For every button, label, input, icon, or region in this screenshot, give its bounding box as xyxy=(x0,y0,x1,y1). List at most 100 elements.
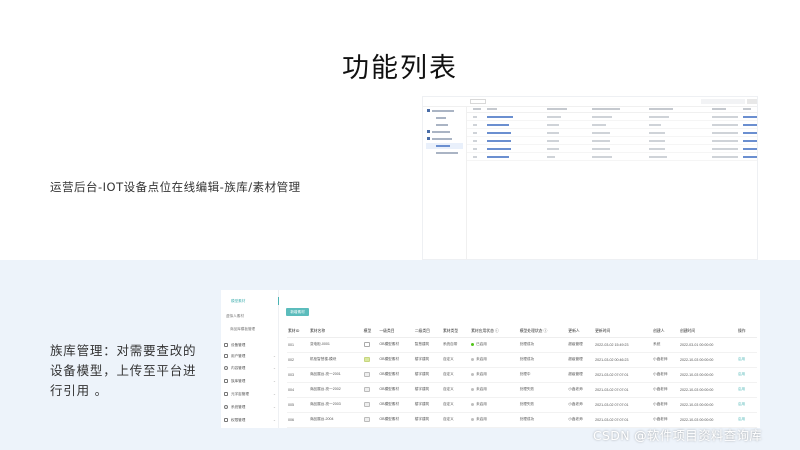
device-icon xyxy=(224,343,228,347)
cell-creator: 小鑫老师 xyxy=(652,367,679,383)
model-thumbnail-icon xyxy=(363,402,370,407)
enable-action-link[interactable]: 启用 xyxy=(738,417,745,421)
model-thumbnail-icon xyxy=(363,372,370,377)
cell-category2: 智慧建筑 xyxy=(413,337,442,353)
col-update-time: 更新时间 xyxy=(594,326,653,338)
cell-update-time: 2022-03-02 15:49:23 xyxy=(594,337,653,353)
col-name: 素材名称 xyxy=(308,326,363,338)
sidebar-item-content[interactable]: 内容管理 ⌄ xyxy=(224,365,278,373)
sidebar-subitem-goods-template[interactable]: 商品库模板管理 xyxy=(221,327,279,332)
bottom-description: 族库管理：对需要查改的设备模型，上传至平台进行引用 。 xyxy=(50,343,197,398)
cell-update-time: 2021-03-02 07:07:01 xyxy=(594,397,653,413)
sidebar-item-library[interactable]: 族库管理 ⌄ xyxy=(224,378,278,386)
cell-updater: 超级管理 xyxy=(567,367,595,383)
table-row: 002 机柜智慧楼-模块 OB模型素材 楼宇建筑 自定义 未启用 处理成功 超级管理 2021-… xyxy=(287,352,757,368)
cell-app-status: 未启用 xyxy=(470,382,519,398)
cell-category2: 楼宇建筑 xyxy=(413,352,442,368)
status-text: 未启用 xyxy=(476,372,487,376)
sidebar: 模型素材 虚拟人素材 商品库模板管理 设备管理 用户管理 ⌄ 内容管理 ⌄ 族库… xyxy=(221,290,279,428)
cell-model xyxy=(362,367,379,383)
chevron-down-icon: ⌄ xyxy=(272,417,276,422)
chevron-down-icon: ⌄ xyxy=(272,391,276,396)
enable-action-link[interactable]: 启用 xyxy=(738,372,745,376)
cell-model xyxy=(362,412,379,428)
cell-create-time: 2022-10-03 00:00:00 xyxy=(678,382,737,398)
cell-category2: 楼宇建筑 xyxy=(413,397,442,413)
status-dot-icon xyxy=(471,372,475,376)
col-app-status: 素材应用状态 ⓘ xyxy=(470,326,519,338)
model-thumbnail-icon xyxy=(363,387,370,392)
col-creator: 创建人 xyxy=(652,326,679,338)
cell-category2: 楼宇建筑 xyxy=(413,412,442,428)
settings-icon xyxy=(224,405,228,409)
cell-id: 002 xyxy=(287,352,309,368)
metaverse-icon xyxy=(224,392,228,396)
model-thumbnail-icon xyxy=(363,417,370,422)
status-dot-icon xyxy=(471,387,475,391)
mini-tree xyxy=(423,107,467,259)
user-icon xyxy=(224,354,228,358)
table-row: 001 变电柜-0001 OB模型素材 智慧建筑 系统自带 已启用 处理成功 超级管理 2022… xyxy=(287,337,757,353)
cell-name: 商品展台-亮一2003 xyxy=(308,397,363,413)
cell-category1: OB模型素材 xyxy=(378,412,414,428)
sidebar-item-label: 设备管理 xyxy=(231,342,246,347)
cell-type: 系统自带 xyxy=(441,337,471,353)
table-header: 素材ID 素材名称 模型 一级类目 二级类目 素材类型 素材应用状态 ⓘ 模型处… xyxy=(287,326,757,338)
sidebar-item-metaverse[interactable]: 元宇宙管理 ⌄ xyxy=(224,391,278,399)
library-icon xyxy=(224,379,228,383)
table-row: 004 商品展台-亮一2002 OB模型素材 楼宇建筑 自定义 未启用 处理失败 小鑫老师 20… xyxy=(287,382,757,398)
cell-model xyxy=(362,352,379,368)
cell-actions[interactable]: 启用 xyxy=(736,352,757,368)
cell-create-time: 2022-03-01 00:00:00 xyxy=(678,337,737,353)
enable-action-link[interactable]: 启用 xyxy=(738,402,745,406)
sidebar-item-label: 内容管理 xyxy=(231,365,246,370)
cell-creator: 系统 xyxy=(652,337,679,353)
cell-create-time: 2022-10-03 00:00:00 xyxy=(678,367,737,383)
mini-search-button xyxy=(747,99,757,104)
cell-update-time: 2021-03-02 07:07:01 xyxy=(594,367,653,383)
sidebar-item-label: 权限管理 xyxy=(231,417,246,422)
status-text: 未启用 xyxy=(476,387,487,391)
cell-actions[interactable]: 启用 xyxy=(736,367,757,383)
col-model: 模型 xyxy=(362,326,379,338)
status-text: 已启用 xyxy=(476,342,487,346)
cell-actions[interactable]: 启用 xyxy=(736,382,757,398)
sidebar-item-label: 用户管理 xyxy=(231,353,246,358)
sidebar-item-permission[interactable]: 权限管理 ⌄ xyxy=(224,417,278,425)
cell-id: 001 xyxy=(287,337,309,353)
cell-create-time: 2022-10-03 00:00:00 xyxy=(678,397,737,413)
cell-process-status: 处理成功 xyxy=(518,352,568,368)
sidebar-item-device[interactable]: 设备管理 xyxy=(224,342,278,350)
library-management-screenshot: 模型素材 虚拟人素材 商品库模板管理 设备管理 用户管理 ⌄ 内容管理 ⌄ 族库… xyxy=(221,290,760,428)
sidebar-item-user[interactable]: 用户管理 ⌄ xyxy=(224,353,278,361)
sidebar-item-system[interactable]: 系统管理 ⌄ xyxy=(224,404,278,412)
sidebar-subitem-avatar-material[interactable]: 虚拟人素材 xyxy=(221,314,279,319)
cell-app-status: 未启用 xyxy=(470,397,519,413)
cell-app-status: 已启用 xyxy=(470,337,519,353)
cell-updater: 超级管理 xyxy=(567,337,595,353)
status-dot-icon xyxy=(471,417,475,421)
cell-actions[interactable] xyxy=(736,337,757,353)
sidebar-subitem-model-material[interactable]: 模型素材 xyxy=(221,297,279,305)
cell-category2: 楼宇建筑 xyxy=(413,367,442,383)
enable-action-link[interactable]: 启用 xyxy=(738,357,745,361)
cell-creator: 小鑫老师 xyxy=(652,397,679,413)
cell-id: 005 xyxy=(287,397,309,413)
cell-category1: OB模型素材 xyxy=(378,337,414,353)
col-actions: 操作 xyxy=(736,326,757,338)
cell-type: 自定义 xyxy=(441,397,471,413)
mini-tab xyxy=(470,99,486,104)
cell-update-time: 2021-03-02 00:46:23 xyxy=(594,352,653,368)
status-text: 未启用 xyxy=(476,357,487,361)
cell-type: 自定义 xyxy=(441,352,471,368)
cell-type: 自定义 xyxy=(441,412,471,428)
enable-action-link[interactable]: 启用 xyxy=(738,387,745,391)
model-thumbnail-icon xyxy=(363,357,370,362)
table-row: 003 商品展台-亮一2001 OB模型素材 楼宇建筑 自定义 未启用 处理中 超级管理 202… xyxy=(287,367,757,383)
cell-updater: 超级管理 xyxy=(567,352,595,368)
cell-name: 商品展台-2004 xyxy=(308,412,363,428)
add-material-button[interactable]: 新增素材 xyxy=(286,308,309,316)
table-row: 005 商品展台-亮一2003 OB模型素材 楼宇建筑 自定义 未启用 处理失败 小鑫老师 20… xyxy=(287,397,757,413)
cell-actions[interactable]: 启用 xyxy=(736,397,757,413)
cell-category1: OB模型素材 xyxy=(378,352,414,368)
